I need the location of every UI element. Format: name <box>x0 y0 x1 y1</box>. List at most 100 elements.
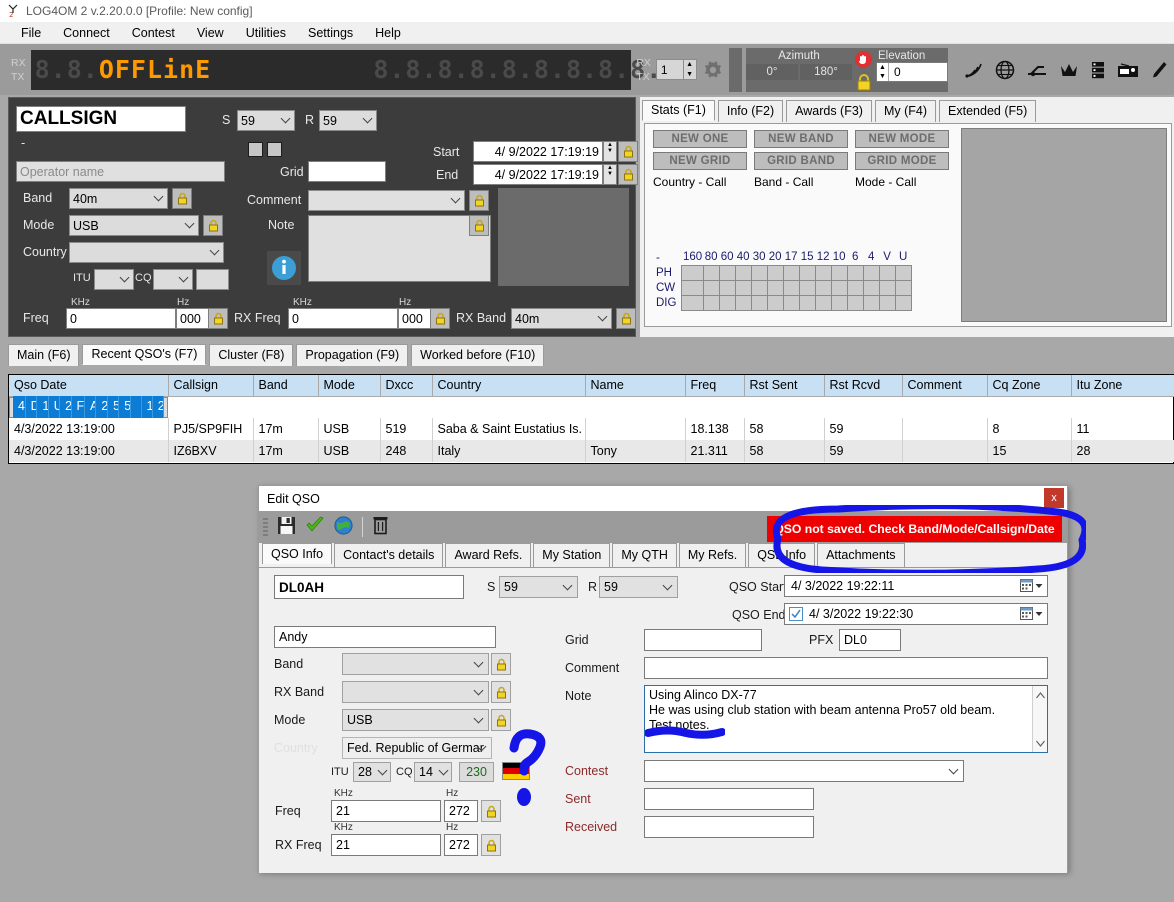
r-select[interactable]: 59 <box>319 110 377 131</box>
tab-propagation[interactable]: Propagation (F9) <box>296 344 409 366</box>
matrix-cell[interactable] <box>766 294 784 311</box>
tab-qso-info[interactable]: QSO Info <box>262 543 333 564</box>
grid-mode-button[interactable]: GRID MODE <box>855 152 949 170</box>
col-freq[interactable]: Freq <box>685 375 745 397</box>
matrix-cell[interactable] <box>878 294 896 311</box>
edit-itu-select[interactable]: 28 <box>353 762 391 782</box>
edit-r-select[interactable]: 59 <box>599 576 678 598</box>
matrix-cell[interactable] <box>734 279 752 296</box>
table-row[interactable]: 4/3/2022 19:22:11 DL0AH 15m USB 230 Fed.… <box>9 396 168 418</box>
matrix-cell[interactable] <box>766 279 784 296</box>
new-one-button[interactable]: NEW ONE <box>653 130 747 148</box>
grid-input[interactable] <box>308 161 386 182</box>
mode-lock-icon[interactable] <box>203 215 223 236</box>
end-lock-icon[interactable] <box>618 164 638 185</box>
tab-info[interactable]: Info (F2) <box>717 100 784 122</box>
matrix-cell[interactable] <box>846 294 864 311</box>
edit-rxband-lock-icon[interactable] <box>491 681 511 703</box>
scroll-up-icon[interactable] <box>1035 688 1045 702</box>
col-cq-zone[interactable]: Cq Zone <box>987 375 1072 397</box>
edit-rxfreq-khz-input[interactable]: 21 <box>331 834 441 856</box>
edit-qsoend-input[interactable]: 4/ 3/2022 19:22:30 <box>784 603 1048 625</box>
matrix-cell[interactable] <box>734 264 752 281</box>
tab-recent-qsos[interactable]: Recent QSO's (F7) <box>82 344 207 365</box>
matrix-cell[interactable] <box>798 294 816 311</box>
mode-select[interactable]: USB <box>69 215 199 236</box>
band-select[interactable]: 40m <box>69 188 168 209</box>
tab-attachments[interactable]: Attachments <box>817 543 905 567</box>
col-qso-date[interactable]: Qso Date <box>9 375 169 397</box>
col-band[interactable]: Band <box>253 375 319 397</box>
crown-icon[interactable] <box>1059 61 1079 79</box>
matrix-cell[interactable] <box>702 294 720 311</box>
edit-country-select[interactable]: Fed. Republic of Germar <box>342 737 492 759</box>
matrix-cell[interactable] <box>894 264 912 281</box>
note-scrollbar[interactable] <box>1032 686 1047 752</box>
table-row[interactable]: 4/3/2022 13:19:00 IZ6BXV 17m USB 248 Ita… <box>9 439 1174 462</box>
col-dxcc[interactable]: Dxcc <box>380 375 433 397</box>
spinner-arrows[interactable]: ▲ ▼ <box>682 60 696 79</box>
elevation-up[interactable]: ▲ <box>877 63 888 72</box>
stop-hand-icon[interactable] <box>854 50 873 72</box>
spinner-up[interactable]: ▲ <box>683 60 696 70</box>
matrix-cell[interactable] <box>718 279 736 296</box>
table-row[interactable]: 4/3/2022 13:19:00 PJ5/SP9FIH 17m USB 519… <box>9 417 1174 440</box>
comment-lock-icon[interactable] <box>469 190 489 211</box>
menu-item-utilities[interactable]: Utilities <box>235 23 297 43</box>
matrix-cell[interactable] <box>862 294 880 311</box>
matrix-cell[interactable] <box>766 264 784 281</box>
col-comment[interactable]: Comment <box>902 375 988 397</box>
spinner-down[interactable]: ▼ <box>683 69 696 79</box>
elevation-input[interactable]: ▲ ▼ 0 <box>875 61 948 82</box>
edit-rxfreq-lock-icon[interactable] <box>481 834 501 856</box>
edit-freq-lock-icon[interactable] <box>481 800 501 822</box>
operator-name-input[interactable]: Operator name <box>16 161 225 182</box>
col-rst-rcvd[interactable]: Rst Rcvd <box>824 375 903 397</box>
s-select[interactable]: 59 <box>237 110 295 131</box>
menu-item-file[interactable]: File <box>10 23 52 43</box>
callsign-input[interactable]: CALLSIGN <box>16 106 186 132</box>
tab-stats[interactable]: Stats (F1) <box>642 100 715 121</box>
save-icon[interactable] <box>277 516 296 538</box>
edit-rxband-select[interactable] <box>342 681 489 703</box>
menu-item-connect[interactable]: Connect <box>52 23 121 43</box>
edit-band-lock-icon[interactable] <box>491 653 511 675</box>
matrix-cell[interactable] <box>702 264 720 281</box>
rxfreq-lock-icon[interactable] <box>430 308 450 329</box>
signal-icon[interactable] <box>964 60 984 80</box>
matrix-cell[interactable] <box>878 279 896 296</box>
matrix-cell[interactable] <box>782 279 800 296</box>
start-datetime-input[interactable]: 4/ 9/2022 17:19:19 <box>473 141 603 162</box>
matrix-cell[interactable] <box>894 294 912 311</box>
freq-khz-input[interactable]: 0 <box>66 308 176 329</box>
matrix-cell[interactable] <box>718 294 736 311</box>
elevation-down[interactable]: ▼ <box>877 72 888 81</box>
matrix-cell[interactable] <box>782 264 800 281</box>
start-spin-down[interactable]: ▼ <box>607 148 613 154</box>
check-icon[interactable] <box>305 516 325 538</box>
matrix-cell[interactable] <box>798 279 816 296</box>
matrix-cell[interactable] <box>702 279 720 296</box>
edit-contest-select[interactable] <box>644 760 964 782</box>
edit-qsoend-checkbox[interactable] <box>789 607 803 621</box>
info-icon[interactable] <box>267 251 301 285</box>
menu-item-help[interactable]: Help <box>364 23 412 43</box>
start-spinner[interactable]: ▲ ▼ <box>603 141 617 162</box>
tab-contacts-details[interactable]: Contact's details <box>334 543 444 567</box>
menu-item-view[interactable]: View <box>186 23 235 43</box>
matrix-cell[interactable] <box>846 264 864 281</box>
menu-item-settings[interactable]: Settings <box>297 23 364 43</box>
new-mode-button[interactable]: NEW MODE <box>855 130 949 148</box>
edit-s-select[interactable]: 59 <box>499 576 578 598</box>
rxband-lock-icon[interactable] <box>616 308 636 329</box>
col-country[interactable]: Country <box>432 375 586 397</box>
matrix-cell[interactable] <box>830 279 848 296</box>
tab-my-refs[interactable]: My Refs. <box>678 543 747 567</box>
edit-freq-hz-input[interactable]: 272 <box>444 800 478 822</box>
matrix-cell[interactable] <box>750 294 768 311</box>
matrix-cell[interactable] <box>718 264 736 281</box>
new-band-button[interactable]: NEW BAND <box>754 130 848 148</box>
edit-callsign-input[interactable]: DL0AH <box>274 575 464 599</box>
matrix-cell[interactable] <box>734 294 752 311</box>
itu-select[interactable] <box>94 269 134 290</box>
